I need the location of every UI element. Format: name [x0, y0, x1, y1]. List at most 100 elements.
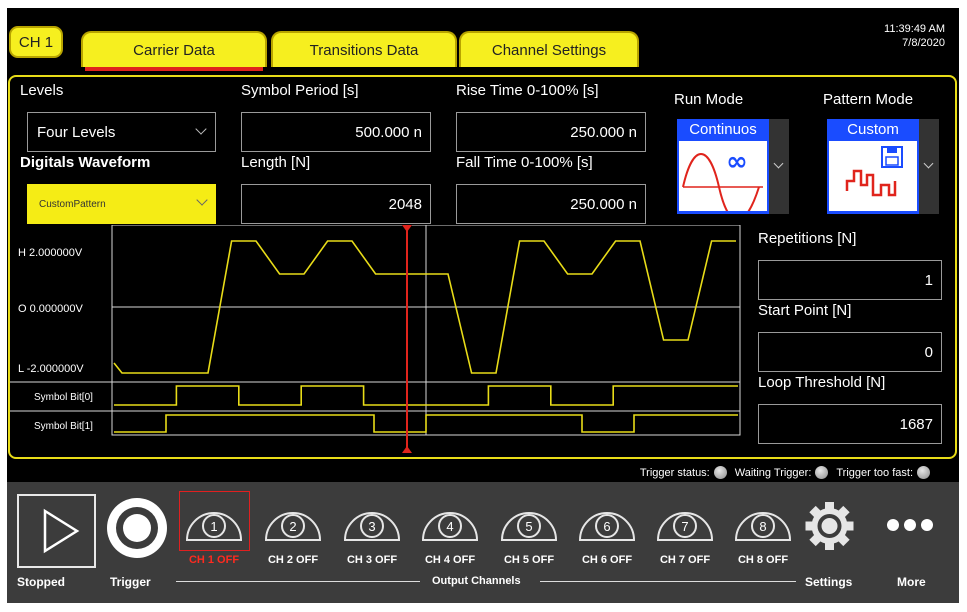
- channel-number: 6: [603, 519, 610, 534]
- start-point-input[interactable]: 0: [758, 332, 942, 372]
- channel-number: 5: [525, 519, 532, 534]
- trigger-icon: [107, 498, 167, 558]
- digital-waveform-dropdown[interactable]: CustomPattern: [27, 184, 216, 224]
- channel-icon: 3: [343, 512, 401, 541]
- carrier-data-panel: Levels Four Levels Digitals Waveform Cus…: [8, 75, 957, 459]
- channel-icon: 6: [578, 512, 636, 541]
- run-mode-dropdown-arrow[interactable]: [769, 119, 789, 214]
- channel-icon: 8: [734, 512, 792, 541]
- svg-text:∞: ∞: [726, 147, 748, 177]
- chevron-down-icon: [196, 194, 208, 206]
- clock: 11:39:49 AM 7/8/2020: [884, 22, 945, 50]
- start-point-label: Start Point [N]: [758, 302, 852, 319]
- tab-transitions-data[interactable]: Transitions Data: [271, 31, 457, 67]
- instrument-screen: CH 1 Carrier Data Transitions Data Chann…: [7, 8, 959, 603]
- fall-time-label: Fall Time 0-100% [s]: [456, 154, 593, 171]
- tab-ch1[interactable]: CH 1: [9, 26, 63, 58]
- clock-date: 7/8/2020: [902, 37, 945, 49]
- settings-label: Settings: [805, 575, 853, 589]
- run-mode-value: Continuos: [689, 121, 757, 138]
- channel-5-status: CH 5 OFF: [503, 554, 555, 566]
- waveform-display[interactable]: H 2.000000V O 0.000000V L -2.000000V Sym…: [10, 225, 755, 457]
- symbol-period-label: Symbol Period [s]: [241, 82, 359, 99]
- channel-number: 7: [681, 519, 688, 534]
- output-channels-line-left: [176, 581, 420, 582]
- bit0-label: Symbol Bit[0]: [34, 392, 93, 403]
- output-channels-label: Output Channels: [432, 575, 521, 587]
- channel-7-status: CH 7 OFF: [659, 554, 711, 566]
- channel-4-status: CH 4 OFF: [424, 554, 476, 566]
- cursor-top-arrow: [402, 225, 412, 232]
- bit1-trace: [114, 414, 738, 433]
- channel-icon: 1: [185, 512, 243, 541]
- gear-icon: [805, 502, 854, 550]
- trigger-status-label: Trigger status:: [639, 466, 710, 479]
- channel-6-button[interactable]: 6: [572, 492, 642, 554]
- trigger-label: Trigger: [110, 575, 151, 589]
- trigger-button[interactable]: [101, 494, 171, 564]
- channel-icon: 2: [264, 512, 322, 541]
- channel-number: 2: [289, 519, 296, 534]
- trigger-too-fast-label: Trigger too fast:: [836, 466, 913, 479]
- output-channels-line-right: [540, 581, 796, 582]
- bit1-label: Symbol Bit[1]: [34, 421, 93, 432]
- pattern-mode-dropdown-arrow[interactable]: [919, 119, 939, 214]
- rise-time-input[interactable]: 250.000 n: [456, 112, 646, 152]
- channel-1-status: CH 1 OFF: [188, 554, 240, 566]
- channel-number: 8: [759, 519, 766, 534]
- fall-time-input[interactable]: 250.000 n: [456, 184, 646, 224]
- pattern-mode-selector[interactable]: Custom: [827, 119, 919, 214]
- continuous-wave-icon: ∞: [679, 141, 767, 221]
- custom-pattern-icon: [829, 141, 917, 211]
- y-label-zero: O 0.000000V: [18, 303, 83, 315]
- channel-icon: 4: [421, 512, 479, 541]
- channel-2-button[interactable]: 2: [258, 492, 328, 554]
- channel-number: 1: [210, 519, 217, 534]
- channel-6-status: CH 6 OFF: [581, 554, 633, 566]
- channel-8-button[interactable]: 8: [728, 492, 798, 554]
- bottom-toolbar: Stopped Trigger 1 CH 1 OFF 2 CH 2 OFF 3 CH 3 …: [7, 482, 959, 603]
- play-button[interactable]: [17, 494, 96, 568]
- run-mode-label: Run Mode: [674, 91, 744, 108]
- pattern-mode-label: Pattern Mode: [823, 91, 914, 108]
- channel-1-button[interactable]: 1: [179, 492, 249, 554]
- channel-2-status: CH 2 OFF: [267, 554, 319, 566]
- channel-4-button[interactable]: 4: [415, 492, 485, 554]
- stopped-label: Stopped: [17, 575, 65, 589]
- repetitions-input[interactable]: 1: [758, 260, 942, 300]
- levels-label: Levels: [20, 82, 64, 99]
- trigger-too-fast-led: [917, 466, 930, 479]
- length-label: Length [N]: [241, 154, 311, 171]
- channel-7-button[interactable]: 7: [650, 492, 720, 554]
- play-icon: [43, 508, 80, 554]
- trigger-status-led: [713, 466, 727, 479]
- cursor-bottom-arrow: [402, 446, 412, 453]
- chevron-down-icon: [773, 158, 784, 169]
- digital-waveform-label: Digitals Waveform: [20, 154, 151, 171]
- more-button[interactable]: [879, 510, 943, 540]
- clock-time: 11:39:49 AM: [884, 23, 945, 35]
- repetitions-label: Repetitions [N]: [758, 230, 857, 247]
- digital-waveform-value: CustomPattern: [39, 198, 106, 210]
- symbol-period-input[interactable]: 500.000 n: [241, 112, 431, 152]
- waiting-trigger-led: [815, 466, 829, 479]
- chevron-down-icon: [195, 123, 207, 135]
- app-window: CH 1 Carrier Data Transitions Data Chann…: [0, 0, 967, 612]
- tab-channel-settings[interactable]: Channel Settings: [459, 31, 639, 67]
- rise-time-label: Rise Time 0-100% [s]: [456, 82, 599, 99]
- loop-threshold-label: Loop Threshold [N]: [758, 374, 886, 391]
- more-icon: [887, 519, 933, 531]
- tab-carrier-data[interactable]: Carrier Data: [81, 31, 267, 71]
- length-input[interactable]: 2048: [241, 184, 431, 224]
- settings-button[interactable]: [800, 494, 858, 558]
- y-label-low: L -2.000000V: [18, 363, 84, 375]
- channel-icon: 5: [500, 512, 558, 541]
- levels-value: Four Levels: [37, 123, 116, 141]
- run-mode-selector[interactable]: Continuos ∞: [677, 119, 769, 221]
- cursor-marker[interactable]: [402, 225, 412, 453]
- levels-dropdown[interactable]: Four Levels: [27, 112, 216, 152]
- loop-threshold-input[interactable]: 1687: [758, 404, 942, 444]
- waiting-trigger-label: Waiting Trigger:: [734, 466, 812, 479]
- channel-3-button[interactable]: 3: [337, 492, 407, 554]
- channel-5-button[interactable]: 5: [494, 492, 564, 554]
